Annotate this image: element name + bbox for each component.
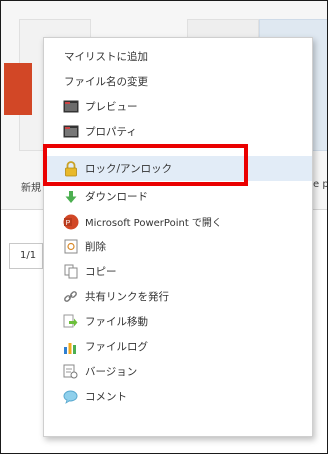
file-name-label: e p [313, 179, 328, 190]
screenshot-frame: 新規 e p 1/1 マイリストに追加 ファイル名の変更 プレビュー プロパティ [0, 0, 328, 454]
menu-item-label: Microsoft PowerPoint で開く [85, 218, 222, 229]
menu-item-add-to-mylist[interactable]: マイリストに追加 [44, 44, 312, 69]
context-menu: マイリストに追加 ファイル名の変更 プレビュー プロパティ ロック/アンロック [43, 37, 313, 437]
menu-item-label: 共有リンクを発行 [85, 291, 169, 303]
share-link-icon [62, 288, 79, 305]
file-name-label: 新規 [21, 183, 41, 194]
menu-item-share-link[interactable]: 共有リンクを発行 [44, 284, 312, 309]
preview-icon [62, 98, 79, 115]
menu-item-label: 削除 [85, 241, 106, 253]
page-indicator: 1/1 [20, 250, 37, 261]
menu-item-properties[interactable]: プロパティ [44, 119, 312, 144]
powerpoint-icon: P [62, 213, 79, 230]
comment-icon [62, 388, 79, 405]
file-log-icon [62, 338, 79, 355]
copy-icon [62, 263, 79, 280]
menu-item-version[interactable]: バージョン [44, 359, 312, 384]
menu-item-label: コメント [85, 391, 127, 403]
page-selector[interactable]: 1/1 [9, 243, 43, 269]
menu-item-label: ファイル移動 [85, 316, 148, 328]
download-icon [62, 188, 79, 205]
properties-icon [62, 123, 79, 140]
menu-item-label: コピー [85, 266, 117, 278]
menu-item-label: プレビュー [85, 101, 138, 113]
menu-item-label: ファイル名の変更 [64, 76, 148, 88]
menu-item-label: マイリストに追加 [64, 51, 148, 63]
move-file-icon [62, 313, 79, 330]
version-icon [62, 363, 79, 380]
menu-item-preview[interactable]: プレビュー [44, 94, 312, 119]
lock-icon [62, 160, 79, 177]
menu-item-delete[interactable]: 削除 [44, 234, 312, 259]
menu-item-comment[interactable]: コメント [44, 384, 312, 409]
svg-text:P: P [65, 220, 70, 227]
menu-item-label: バージョン [85, 366, 138, 378]
powerpoint-file-thumbnail[interactable] [4, 63, 32, 115]
menu-item-copy[interactable]: コピー [44, 259, 312, 284]
menu-item-open-in-powerpoint[interactable]: P Microsoft PowerPoint で開く [44, 209, 312, 234]
menu-item-label: ダウンロード [85, 191, 148, 203]
menu-item-lock-unlock[interactable]: ロック/アンロック [44, 156, 312, 181]
menu-item-download[interactable]: ダウンロード [44, 184, 312, 209]
menu-item-label: ロック/アンロック [85, 163, 173, 175]
menu-item-label: プロパティ [85, 126, 137, 138]
menu-item-rename[interactable]: ファイル名の変更 [44, 69, 312, 94]
delete-icon [62, 238, 79, 255]
menu-item-move-file[interactable]: ファイル移動 [44, 309, 312, 334]
menu-item-label: ファイルログ [85, 341, 148, 353]
menu-item-file-log[interactable]: ファイルログ [44, 334, 312, 359]
